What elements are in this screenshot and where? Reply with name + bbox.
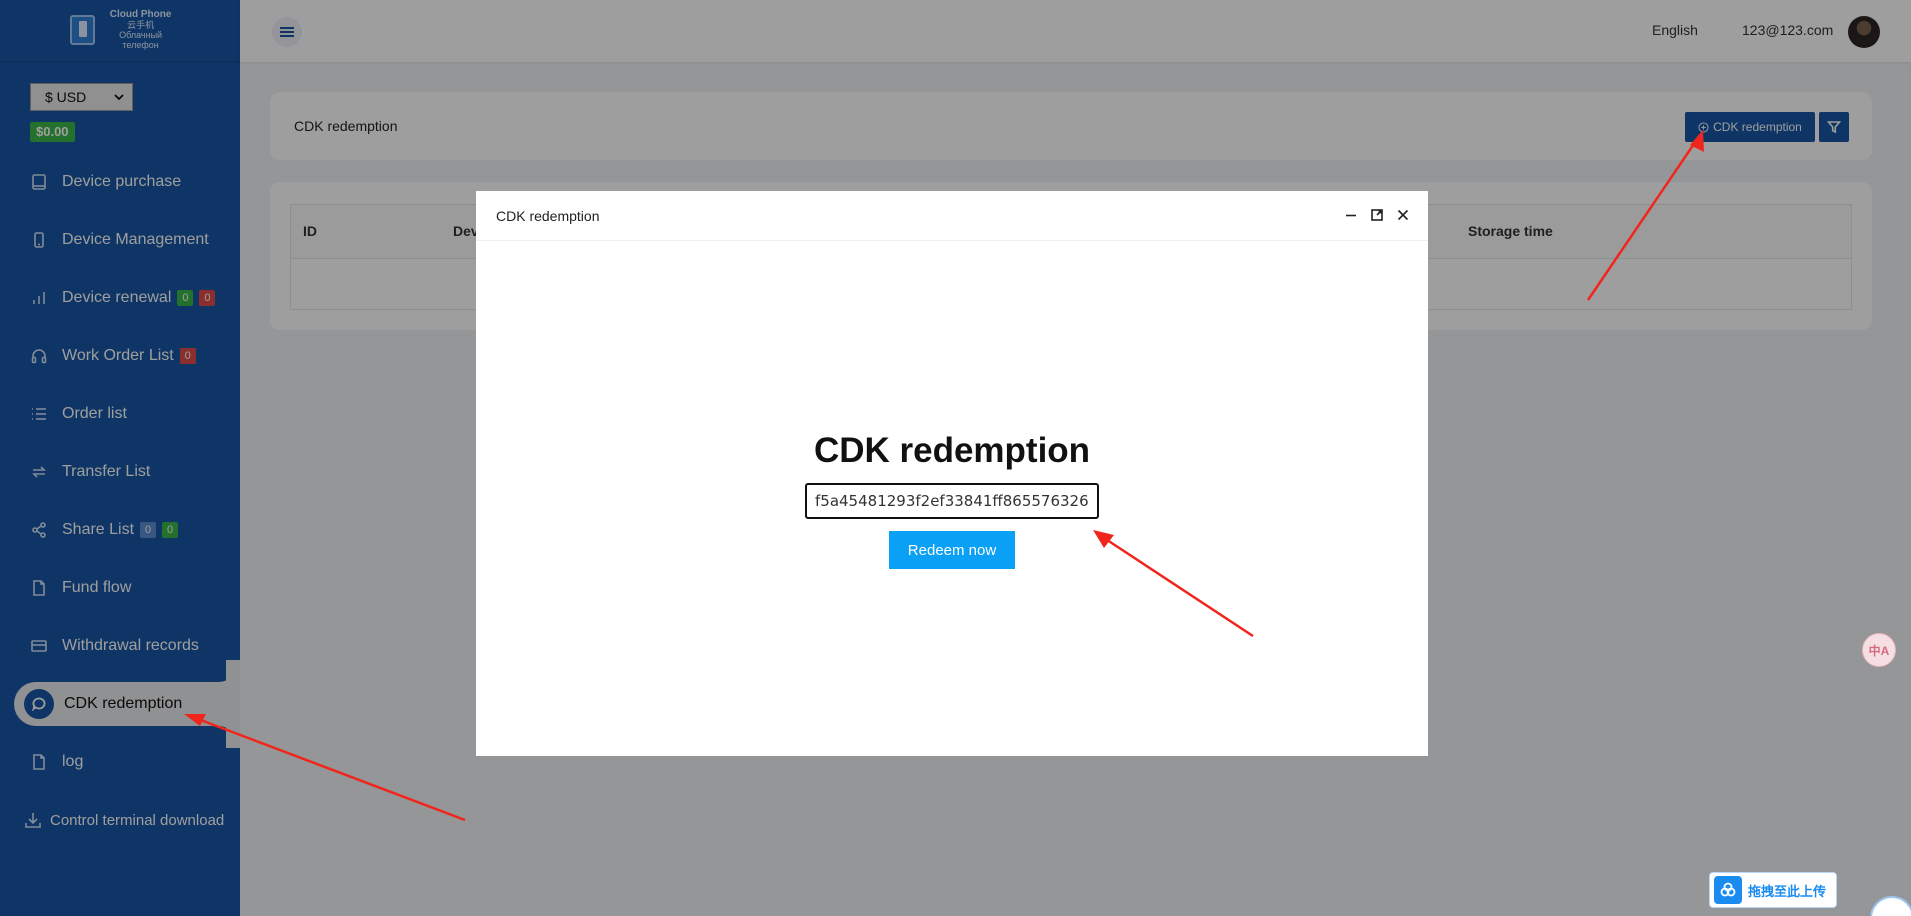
close-button[interactable] [1394,206,1412,224]
cloud-upload-icon [1714,876,1742,904]
translate-widget[interactable]: 中A [1862,633,1896,667]
minimize-button[interactable] [1342,206,1360,224]
upload-widget-label: 拖拽至此上传 [1748,883,1827,899]
cdk-redemption-modal: CDK redemption CDK redemption Redeem now [476,191,1428,756]
cdk-code-input[interactable] [805,483,1099,519]
modal-title: CDK redemption [496,208,600,224]
redeem-now-button[interactable]: Redeem now [889,531,1015,569]
close-icon [1397,209,1409,221]
minimize-icon [1346,214,1356,217]
modal-header: CDK redemption [476,191,1428,241]
drag-upload-widget[interactable]: 拖拽至此上传 [1709,872,1837,908]
maximize-button[interactable] [1368,206,1386,224]
maximize-icon [1371,209,1383,221]
modal-heading: CDK redemption [813,431,1091,470]
